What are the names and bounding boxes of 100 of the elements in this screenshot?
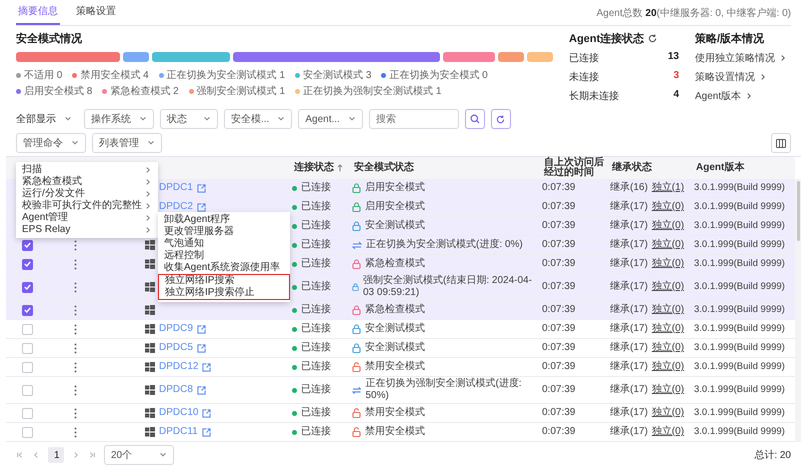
row-checkbox[interactable] — [22, 304, 33, 316]
lock-icon — [352, 183, 361, 193]
row-checkbox[interactable] — [22, 408, 33, 418]
independent-link[interactable]: 独立(0) — [652, 239, 684, 251]
external-link-icon[interactable] — [196, 184, 206, 192]
kebab-menu-icon[interactable] — [74, 384, 77, 396]
row-checkbox[interactable] — [22, 240, 33, 250]
filter-select[interactable]: 操作系统 — [84, 109, 154, 129]
submenu-item[interactable]: 收集Agent系统资源使用率 — [158, 262, 290, 274]
kebab-menu-icon[interactable] — [74, 342, 77, 354]
windows-icon — [145, 305, 155, 315]
sort-arrow-icon[interactable] — [337, 164, 343, 172]
row-checkbox[interactable] — [22, 258, 33, 270]
table-row[interactable]: DPDC8 已连接 正在切换为强制安全测试模式(进度: 50%) 0:07:39 继承(17) 独立(0) 3.0.1.999(Build 9999) — [6, 377, 795, 404]
policy-link[interactable]: Agent版本 — [695, 89, 742, 103]
filter-select[interactable]: 安全模... — [224, 109, 292, 129]
external-link-icon[interactable] — [196, 202, 206, 212]
row-checkbox[interactable] — [22, 282, 33, 292]
external-link-icon[interactable] — [202, 408, 212, 418]
column-header[interactable]: Agent版本 — [696, 162, 744, 174]
submenu-item[interactable]: 卸载Agent程序 — [158, 214, 290, 226]
menu-item[interactable]: 运行/分发文件 — [16, 188, 158, 200]
menu-item[interactable]: 校验非可执行文件的完整性 — [16, 200, 158, 212]
connection-status: 已连接 — [301, 323, 331, 335]
row-checkbox[interactable] — [22, 384, 33, 396]
table-row[interactable]: DPDC5 已连接 安全测试模式 0:07:39 继承(17) 独立(0) 3.0.1.999(Build 9999) — [6, 339, 795, 358]
display-dropdown[interactable]: 全部显示 — [16, 109, 78, 129]
previous-page-button[interactable] — [32, 451, 40, 459]
independent-link[interactable]: 独立(0) — [652, 281, 684, 293]
table-row[interactable]: DPDC10 已连接 禁用安全模式 0:07:39 继承(17) 独立(0) 3.0.1.999(Build 9999) — [6, 404, 795, 423]
submenu-item[interactable]: 气泡通知 — [158, 238, 290, 250]
table-row[interactable]: DPDC11 已连接 禁用安全模式 0:07:39 继承(17) 独立(0) 3.0.1.999(Build 9999) — [6, 423, 795, 442]
table-row[interactable]: DPDC12 已连接 禁用安全模式 0:07:39 继承(17) 独立(0) 3.0.1.999(Build 9999) — [6, 358, 795, 377]
elapsed-time: 0:07:39 — [542, 384, 576, 396]
submenu-item[interactable]: 独立网络IP搜索 — [159, 275, 289, 287]
next-page-button[interactable] — [72, 451, 80, 459]
columns-button[interactable] — [771, 133, 791, 153]
first-page-button[interactable] — [16, 451, 24, 459]
independent-link[interactable]: 独立(0) — [652, 323, 684, 335]
menu-item[interactable]: 紧急检查模式 — [16, 176, 158, 188]
check-icon — [24, 284, 31, 290]
independent-link[interactable]: 独立(0) — [652, 342, 684, 354]
refresh-icon[interactable] — [648, 34, 658, 43]
kebab-menu-icon[interactable] — [74, 362, 77, 372]
action-dropdown[interactable]: 管理命令 — [16, 133, 86, 153]
kebab-menu-icon[interactable] — [74, 282, 77, 292]
kebab-menu-icon[interactable] — [74, 304, 77, 316]
table-row[interactable]: 已连接 紧急检查模式 0:07:39 继承(17) 独立(0) 3.0.1.999(Build 9999) — [6, 301, 795, 320]
inherit-status: 继承(17) — [610, 258, 648, 270]
filter-select[interactable]: Agent... — [298, 109, 363, 129]
kebab-menu-icon[interactable] — [74, 324, 77, 334]
independent-link[interactable]: 独立(0) — [652, 258, 684, 270]
row-checkbox[interactable] — [22, 324, 33, 334]
action-dropdown[interactable]: 列表管理 — [92, 133, 162, 153]
independent-link[interactable]: 独立(1) — [652, 182, 684, 194]
independent-link[interactable]: 独立(0) — [652, 384, 684, 396]
row-checkbox[interactable] — [22, 342, 33, 354]
page-size-select[interactable]: 20个 — [104, 445, 174, 465]
independent-link[interactable]: 独立(0) — [652, 304, 684, 316]
external-link-icon[interactable] — [196, 324, 206, 334]
submenu-item[interactable]: 更改管理服务器 — [158, 226, 290, 238]
submenu-item[interactable]: 独立网络IP搜索停止 — [159, 287, 289, 299]
kebab-menu-icon[interactable] — [74, 408, 77, 418]
search-button[interactable] — [464, 109, 485, 129]
column-header[interactable]: 继承状态 — [612, 162, 652, 174]
kebab-menu-icon[interactable] — [74, 240, 77, 250]
row-checkbox[interactable] — [22, 362, 33, 372]
inherit-status: 继承(17) — [610, 361, 648, 373]
menu-item[interactable]: EPS Relay — [16, 224, 158, 236]
kebab-menu-icon[interactable] — [74, 426, 77, 438]
column-header[interactable]: 连接状态 — [294, 162, 334, 174]
external-link-icon[interactable] — [202, 362, 212, 372]
independent-link[interactable]: 独立(0) — [652, 361, 684, 373]
tab[interactable]: 摘要信息 — [16, 0, 60, 25]
refresh-icon[interactable] — [496, 114, 506, 124]
filter-select[interactable]: 状态 — [160, 109, 218, 129]
external-link-icon[interactable] — [196, 386, 206, 394]
external-link-icon[interactable] — [196, 344, 206, 352]
refresh-button[interactable] — [490, 109, 511, 129]
agent-version: 3.0.1.999(Build 9999) — [694, 323, 785, 335]
table-row[interactable]: DPDC9 已连接 安全测试模式 0:07:39 继承(17) 独立(0) 3.0.1.999(Build 9999) — [6, 320, 795, 339]
scrollbar[interactable] — [795, 179, 801, 442]
policy-link[interactable]: 使用独立策略情况 — [695, 51, 775, 65]
page-button[interactable]: 1 — [48, 447, 64, 463]
last-page-button[interactable] — [88, 451, 96, 459]
kebab-menu-icon[interactable] — [74, 258, 77, 270]
search-field[interactable]: 搜索 — [368, 109, 459, 129]
chevron-down-icon — [277, 115, 286, 123]
menu-item[interactable]: 扫描 — [16, 164, 158, 176]
independent-link[interactable]: 独立(0) — [652, 407, 684, 419]
external-link-icon[interactable] — [202, 428, 211, 436]
independent-link[interactable]: 独立(0) — [652, 201, 684, 213]
mode-status: 禁用安全模式 — [365, 426, 425, 438]
column-header[interactable]: 安全模式状态 — [354, 162, 414, 174]
row-checkbox[interactable] — [22, 426, 33, 438]
column-header[interactable]: 自上次访问后经过的时间 — [544, 158, 604, 178]
tab[interactable]: 策略设置 — [74, 0, 118, 25]
independent-link[interactable]: 独立(0) — [652, 426, 684, 438]
independent-link[interactable]: 独立(0) — [652, 220, 684, 232]
policy-link[interactable]: 策略设置情况 — [695, 70, 755, 84]
